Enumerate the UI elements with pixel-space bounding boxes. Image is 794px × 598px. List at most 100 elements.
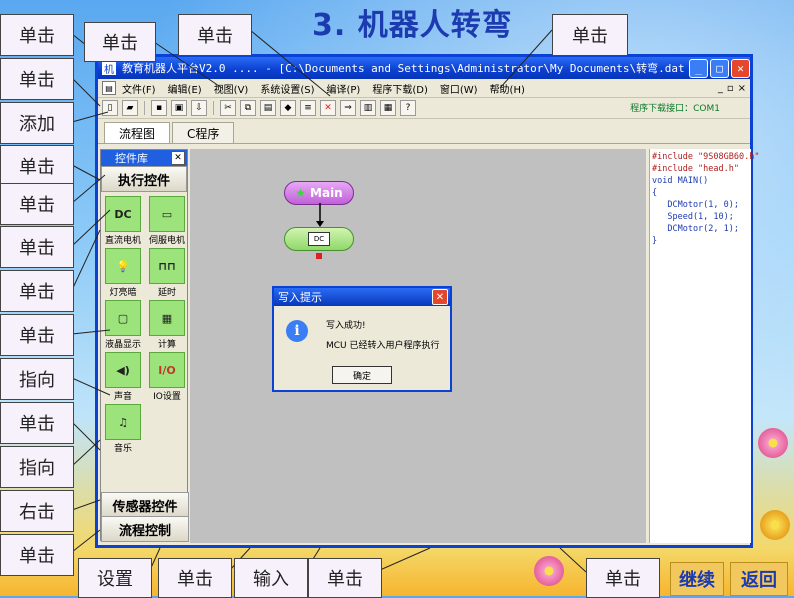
callout-label: 单击 [178,14,252,56]
help-icon[interactable]: ? [400,100,416,116]
component-delay[interactable]: ⊓⊓ 延时 [145,248,189,298]
window-title: 教育机器人平台V2.0 .... - [C:\Documents and Set… [122,62,687,75]
mdi-restore-icon[interactable]: ▫ [727,83,734,94]
music-note-icon: ♫ [105,404,141,440]
callout-label: 单击 [0,534,74,576]
component-palette: 控件库 ✕ 执行控件 DC 直流电机 ▭ 伺服电机 💡 灯亮暗 ⊓⊓ 延时 ▢ [100,149,189,542]
main-node[interactable]: ★ Main [284,181,354,205]
component-label: 延时 [157,288,176,298]
window-titlebar[interactable]: 机 教育机器人平台V2.0 .... - [C:\Documents and S… [98,57,750,79]
component-label: 直流电机 [104,236,141,246]
code-line: void MAIN() [652,176,709,186]
servo-motor-icon: ▭ [149,196,185,232]
menu-view[interactable]: 视图(V) [214,81,249,96]
component-label: 液晶显示 [104,340,141,350]
component-dc-motor[interactable]: DC 直流电机 [101,196,145,246]
mdi-minimize-icon[interactable]: _ [718,83,723,94]
component-light[interactable]: 💡 灯亮暗 [101,248,145,298]
callout-label: 单击 [0,402,74,444]
callout-label: 单击 [84,22,156,62]
cut-icon[interactable]: ✂ [220,100,236,116]
component-calc[interactable]: ▦ 计算 [145,300,189,350]
copy-icon[interactable]: ⧉ [240,100,256,116]
callout-label: 添加 [0,102,74,144]
list-icon[interactable]: ≡ [300,100,316,116]
view-tabs: 流程图 C程序 [98,119,750,144]
component-label: 计算 [157,340,176,350]
code-line: } [652,236,658,246]
c-code-view[interactable]: #include "9S08GB60.h" #include "head.h" … [649,149,759,543]
component-label: 伺服电机 [148,236,185,246]
calculator-icon: ▦ [149,300,185,336]
delete-icon[interactable]: ✕ [320,100,336,116]
callout-label: 单击 [158,558,232,598]
node-anchor[interactable] [316,253,322,259]
code-view-icon[interactable]: ▥ [360,100,376,116]
menu-compile[interactable]: 编译(P) [327,81,361,96]
delay-wave-icon: ⊓⊓ [149,248,185,284]
document-icon[interactable]: ▤ [102,81,116,95]
lcd-monitor-icon: ▢ [105,300,141,336]
palette-title-text: 控件库 [115,152,148,165]
io-icon: I/O [149,352,185,388]
component-lcd[interactable]: ▢ 液晶显示 [101,300,145,350]
tab-flowchart[interactable]: 流程图 [104,122,171,143]
callout-label: 单击 [0,226,74,268]
category-flow-button[interactable]: 流程控制 [101,516,189,542]
code-line: Speed(1, 10); [652,212,734,222]
menu-help[interactable]: 帮助(H) [490,81,525,96]
menu-download[interactable]: 程序下载(D) [372,81,428,96]
grid-icon[interactable]: ▦ [380,100,396,116]
menu-bar: ▤ 文件(F) 编辑(E) 视图(V) 系统设置(S) 编译(P) 程序下载(D… [98,79,750,98]
toolbar-separator [213,101,214,115]
continue-button[interactable]: 继续 [670,562,724,596]
mdi-controls: _ ▫ × [718,83,746,94]
callout-label: 单击 [308,558,382,598]
menu-edit[interactable]: 编辑(E) [168,81,202,96]
save-as-icon[interactable]: ▣ [171,100,187,116]
callout-label: 单击 [0,314,74,356]
code-line: DCMotor(1, 0); [652,200,739,210]
component-sound[interactable]: ◀) 声音 [101,352,145,402]
link-icon[interactable]: ⇒ [340,100,356,116]
maximize-icon[interactable]: □ [710,58,729,78]
component-label: 灯亮暗 [109,288,137,298]
code-line: { [652,188,658,198]
download-icon[interactable]: ⇩ [191,100,207,116]
download-port-label: 程序下载接口：COM1 [630,104,720,114]
callout-label: 右击 [0,490,74,532]
menu-window[interactable]: 窗口(W) [440,81,478,96]
tab-c-program[interactable]: C程序 [172,122,235,143]
back-button[interactable]: 返回 [730,562,788,596]
dialog-titlebar[interactable]: 写入提示 ✕ [274,288,450,306]
new-file-icon[interactable]: ▯ [102,100,118,116]
dialog-close-icon[interactable]: ✕ [432,289,448,305]
main-node-label: Main [310,186,343,200]
component-servo-motor[interactable]: ▭ 伺服电机 [145,196,189,246]
dc-motor-node[interactable]: DC [284,227,354,251]
callout-label: 单击 [552,14,628,56]
speaker-icon: ◀) [105,352,141,388]
category-exec-button[interactable]: 执行控件 [101,166,187,192]
open-folder-icon[interactable]: ▰ [122,100,138,116]
component-icon[interactable]: ◆ [280,100,296,116]
component-label: 音乐 [113,444,132,454]
save-icon[interactable]: ▪ [151,100,167,116]
light-bulb-icon: 💡 [105,248,141,284]
flower-decoration [758,428,788,458]
menu-file[interactable]: 文件(F) [122,81,156,96]
code-line: DCMotor(2, 1); [652,224,739,234]
category-sensor-button[interactable]: 传感器控件 [101,492,189,518]
dialog-message: 写入成功! [326,321,366,331]
component-io[interactable]: I/O IO设置 [145,352,189,402]
minimize-icon[interactable]: _ [689,58,708,78]
component-grid: DC 直流电机 ▭ 伺服电机 💡 灯亮暗 ⊓⊓ 延时 ▢ 液晶显示 ▦ 计算 ◀… [101,192,187,454]
component-music[interactable]: ♫ 音乐 [101,404,145,454]
palette-close-icon[interactable]: ✕ [171,151,185,165]
mdi-close-icon[interactable]: × [738,83,746,94]
menu-system-settings[interactable]: 系统设置(S) [260,81,314,96]
close-icon[interactable]: ✕ [731,58,750,78]
paste-icon[interactable]: ▤ [260,100,276,116]
ok-button[interactable]: 确定 [332,366,392,384]
flower-decoration [534,556,564,586]
